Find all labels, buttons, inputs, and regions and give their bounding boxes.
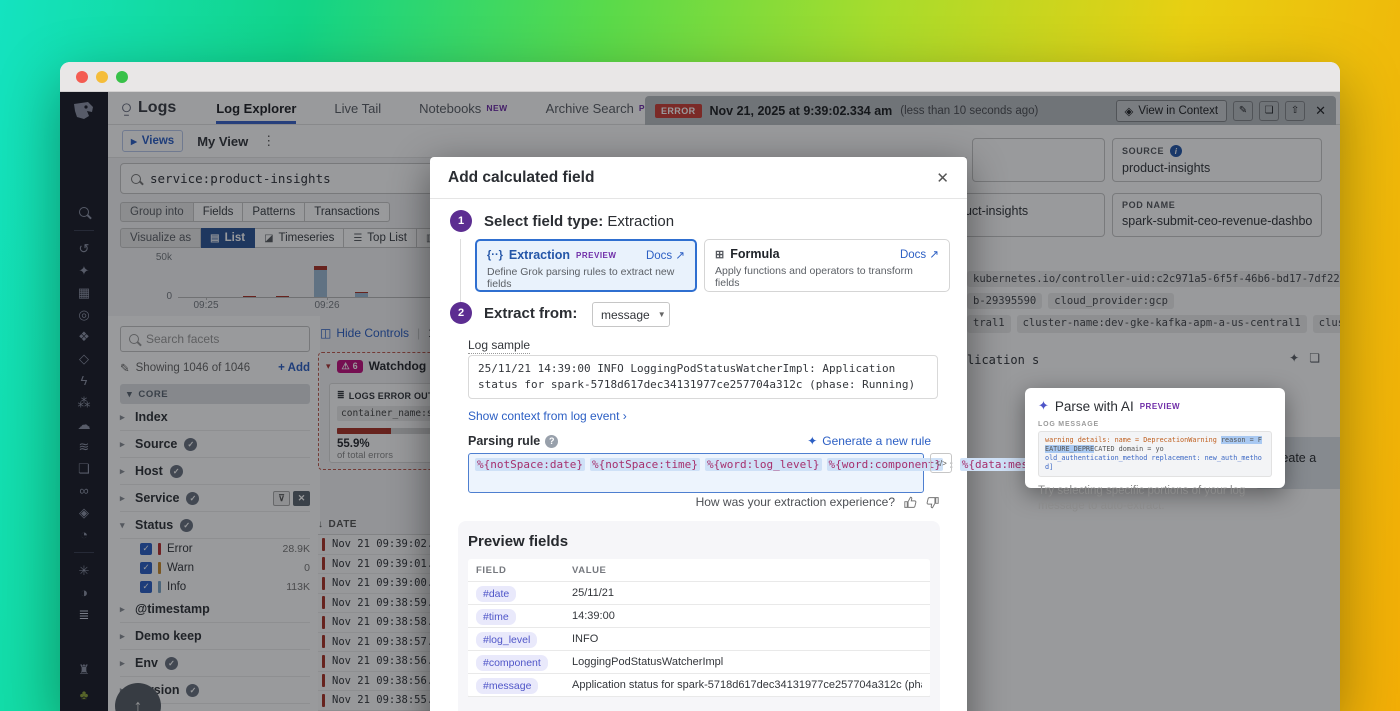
generate-rule-link[interactable]: ✦ Generate a new rule xyxy=(807,434,931,448)
extraction-type-card[interactable]: {··} Extraction PREVIEW Docs ↗ Define Gr… xyxy=(475,239,697,292)
help-icon[interactable]: ? xyxy=(545,435,558,448)
extract-from-dropdown[interactable]: message ▼ xyxy=(592,302,670,327)
close-window-button[interactable] xyxy=(76,71,88,83)
parsing-rule-editor[interactable]: %{notSpace:date} %{notSpace:time} %{word:l… xyxy=(468,453,924,493)
step-1-label: Select field type: Extraction xyxy=(484,213,674,230)
close-icon[interactable]: ✕ xyxy=(936,169,949,187)
field-chip[interactable]: #log_level xyxy=(476,632,537,648)
preview-table-row: #messageApplication status for spark-571… xyxy=(468,674,930,697)
parsing-rule-label: Parsing rule ? xyxy=(468,434,558,448)
preview-table-header: FIELDVALUE xyxy=(468,559,930,582)
field-chip[interactable]: #time xyxy=(476,609,516,625)
thumbs-down-icon[interactable] xyxy=(926,496,939,509)
grok-braces-icon: {··} xyxy=(487,249,503,261)
add-calculated-field-modal: Add calculated field ✕ 1 Select field ty… xyxy=(430,157,967,711)
step-2-badge: 2 xyxy=(450,302,472,324)
preview-fields-table: FIELDVALUE#date25/11/21#time14:39:00#log… xyxy=(468,559,930,697)
sparkle-icon: ✦ xyxy=(807,434,817,448)
sparkle-icon: ✦ xyxy=(1038,398,1049,414)
grok-token-chip[interactable]: %{notSpace:date} xyxy=(475,458,585,471)
modal-title: Add calculated field xyxy=(448,169,594,187)
window-titlebar[interactable] xyxy=(60,62,1340,92)
grok-token-chip[interactable]: %{word:log_level} xyxy=(705,458,822,471)
log-sample-box[interactable]: 25/11/21 14:39:00 INFO LoggingPodStatusW… xyxy=(468,355,938,399)
parse-ai-title: Parse with AI xyxy=(1055,399,1134,414)
docs-link[interactable]: Docs ↗ xyxy=(646,248,685,262)
preview-fields-title: Preview fields xyxy=(468,533,930,550)
step-1-badge: 1 xyxy=(450,210,472,232)
preview-table-row: #componentLoggingPodStatusWatcherImpl xyxy=(468,651,930,674)
preview-table-row: #time14:39:00 xyxy=(468,605,930,628)
grok-token-chip[interactable]: %{word:component} xyxy=(827,458,944,471)
field-chip[interactable]: #component xyxy=(476,655,548,671)
formula-type-card[interactable]: ⊞ Formula Docs ↗ Apply functions and ope… xyxy=(704,239,950,292)
field-chip[interactable]: #date xyxy=(476,586,516,602)
code-view-button[interactable]: </> xyxy=(930,453,952,473)
preview-table-row: #log_levelINFO xyxy=(468,628,930,651)
preview-fields-section: Preview fields FIELDVALUE#date25/11/21#t… xyxy=(458,521,940,711)
step-connector xyxy=(460,239,461,305)
log-message-section-label: LOG MESSAGE xyxy=(1038,421,1272,428)
chevron-down-icon: ▼ xyxy=(658,310,666,319)
docs-link[interactable]: Docs ↗ xyxy=(900,247,939,261)
grok-token-chip[interactable]: %{notSpace:time} xyxy=(590,458,700,471)
minimize-window-button[interactable] xyxy=(96,71,108,83)
log-sample-label: Log sample xyxy=(468,338,530,354)
show-context-link[interactable]: Show context from log event › xyxy=(468,409,627,423)
parse-ai-hint: Try selecting specific portions of your … xyxy=(1038,484,1272,514)
feedback-row: How was your extraction experience? xyxy=(696,495,939,509)
field-chip[interactable]: #message xyxy=(476,678,538,694)
thumbs-up-icon[interactable] xyxy=(904,496,917,509)
desktop-background: ↺✦▦◎❖◇ϟ⁂☁≋❏∞◈◔✳◑≣ ♜♣ ⍜ Logs Log Explorer… xyxy=(0,0,1400,711)
log-message-sample[interactable]: warning details: name = DeprecationWarni… xyxy=(1038,431,1272,477)
app-window: ↺✦▦◎❖◇ϟ⁂☁≋❏∞◈◔✳◑≣ ♜♣ ⍜ Logs Log Explorer… xyxy=(60,62,1340,711)
calculator-icon: ⊞ xyxy=(715,248,724,261)
app-content: ↺✦▦◎❖◇ϟ⁂☁≋❏∞◈◔✳◑≣ ♜♣ ⍜ Logs Log Explorer… xyxy=(60,92,1340,711)
preview-table-row: #date25/11/21 xyxy=(468,582,930,605)
parse-with-ai-tooltip: ✦ Parse with AI PREVIEW LOG MESSAGE warn… xyxy=(1025,388,1285,488)
step-2-label: Extract from: xyxy=(484,305,577,322)
maximize-window-button[interactable] xyxy=(116,71,128,83)
